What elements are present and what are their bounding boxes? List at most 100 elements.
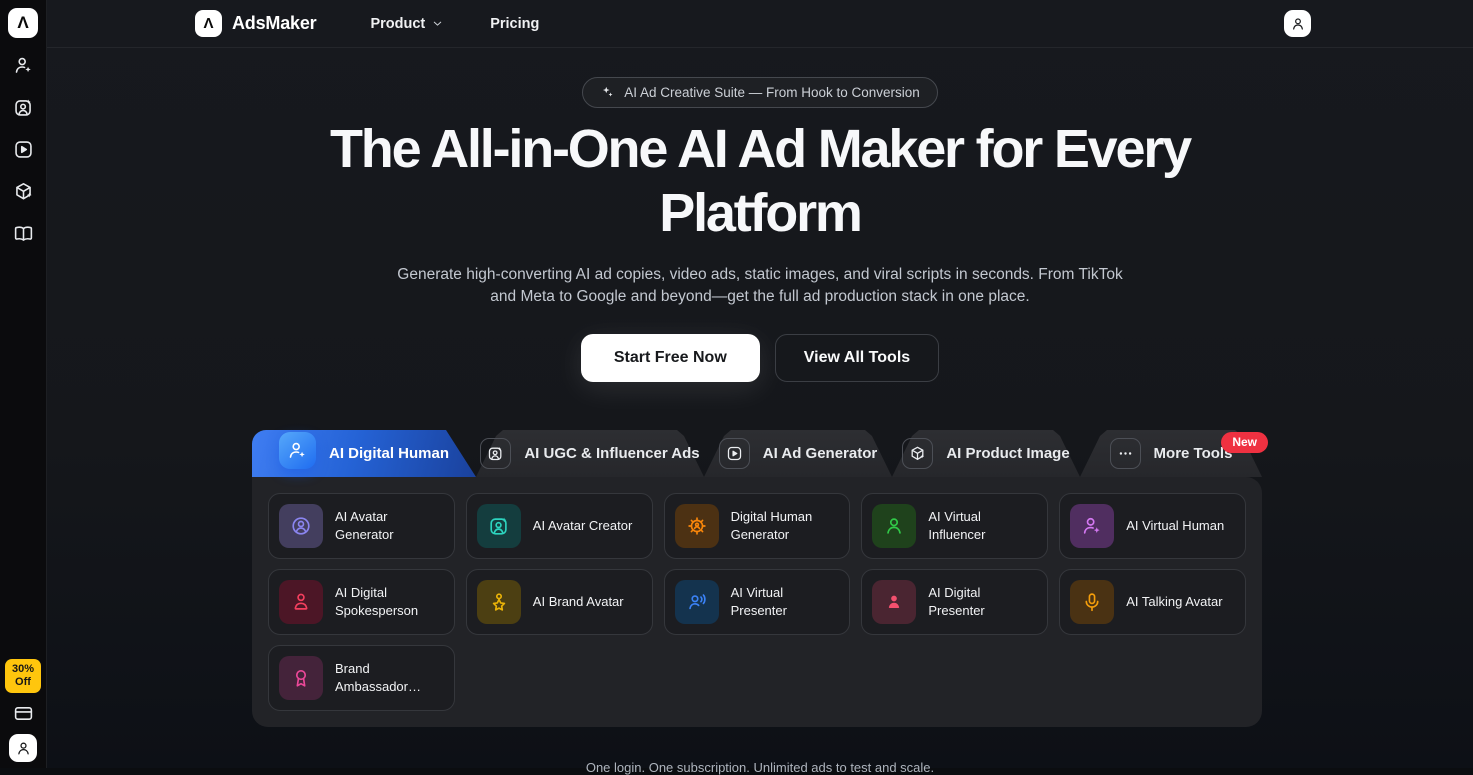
header-nav: Product Pricing: [370, 16, 539, 32]
user-icon: [15, 740, 32, 757]
sidebar-avatar-button[interactable]: [9, 734, 37, 762]
user-sparkle-icon: [1070, 504, 1114, 548]
hero-section: AI Ad Creative Suite — From Hook to Conv…: [47, 48, 1473, 382]
chevron-down-icon: [431, 17, 444, 30]
sidebar-bottom: 30% Off: [5, 659, 41, 762]
sidebar-item-avatar-creator[interactable]: [13, 97, 34, 118]
tab-label: AI Digital Human: [329, 445, 449, 462]
tool-card-ai-talking-avatar[interactable]: AI Talking Avatar: [1059, 569, 1246, 635]
tool-card-brand-ambassador[interactable]: Brand Ambassador…: [268, 645, 455, 711]
header-avatar-button[interactable]: [1284, 10, 1311, 37]
tools-grid: AI Avatar Generator AI Avatar Creator Digi…: [268, 493, 1246, 711]
user-square-sparkle-icon: [480, 438, 511, 469]
tool-card-ai-avatar-creator[interactable]: AI Avatar Creator: [466, 493, 653, 559]
user-sparkle-icon: [13, 55, 34, 76]
subtitle-line-2: and Meta to Google and beyond—get the fu…: [397, 286, 1122, 308]
user-sparkle-icon: [279, 432, 316, 469]
tool-card-ai-virtual-human[interactable]: AI Virtual Human: [1059, 493, 1246, 559]
nav-item-pricing[interactable]: Pricing: [490, 16, 539, 32]
brand-name: AdsMaker: [232, 13, 316, 34]
tools-section: AI Digital Human AI UGC & Influencer Ads A…: [252, 430, 1262, 727]
credit-card-icon: [13, 703, 34, 724]
discount-percent: 30%: [7, 663, 39, 676]
sidebar-item-digital-human[interactable]: [13, 55, 34, 76]
tool-card-digital-human-generator[interactable]: Digital Human Generator: [664, 493, 851, 559]
start-free-button[interactable]: Start Free Now: [581, 334, 760, 382]
cube-sparkle-icon: [13, 181, 34, 202]
tools-panel: AI Avatar Generator AI Avatar Creator Digi…: [252, 477, 1262, 727]
tab-label: AI Product Image: [946, 445, 1069, 462]
tab-inner: AI Ad Generator: [704, 430, 892, 477]
tool-card-label: AI Virtual Human: [1126, 517, 1224, 535]
sparkles-icon: [600, 85, 615, 100]
award-icon: [279, 656, 323, 700]
user-filled-icon: [872, 580, 916, 624]
lambda-logo-icon: Λ: [195, 10, 222, 37]
tab-inner: AI UGC & Influencer Ads: [476, 430, 704, 477]
tab-ai-ugc-influencer-ads[interactable]: AI UGC & Influencer Ads: [476, 430, 704, 477]
tool-card-label: AI Brand Avatar: [533, 593, 624, 611]
tool-card-ai-avatar-generator[interactable]: AI Avatar Generator: [268, 493, 455, 559]
header: Λ AdsMaker Product Pricing: [47, 0, 1473, 48]
sidebar-nav: [13, 55, 34, 244]
user-icon: [1290, 16, 1306, 32]
tool-card-label: AI Virtual Influencer: [928, 508, 1037, 543]
subtitle-line-1: Generate high-converting AI ad copies, v…: [397, 264, 1122, 286]
discount-badge[interactable]: 30% Off: [5, 659, 41, 693]
tool-card-ai-virtual-influencer[interactable]: AI Virtual Influencer: [861, 493, 1048, 559]
sidebar-item-library[interactable]: [13, 223, 34, 244]
tool-card-label: AI Digital Presenter: [928, 584, 1037, 619]
book-open-icon: [13, 223, 34, 244]
tool-card-ai-digital-spokesperson[interactable]: AI Digital Spokesperson: [268, 569, 455, 635]
tool-card-ai-digital-presenter[interactable]: AI Digital Presenter: [861, 569, 1048, 635]
user-icon: [872, 504, 916, 548]
new-badge: New: [1221, 432, 1268, 453]
star-user-icon: [477, 580, 521, 624]
tool-card-label: AI Talking Avatar: [1126, 593, 1222, 611]
mic-icon: [1070, 580, 1114, 624]
tab-label: More Tools: [1154, 445, 1233, 462]
user-bust-icon: [279, 580, 323, 624]
nav-item-product[interactable]: Product: [370, 16, 444, 32]
tool-card-label: Digital Human Generator: [731, 508, 840, 543]
gear-user-icon: [675, 504, 719, 548]
hero-badge-label: AI Ad Creative Suite — From Hook to Conv…: [624, 85, 920, 100]
hero-badge: AI Ad Creative Suite — From Hook to Conv…: [582, 77, 938, 108]
tool-card-ai-virtual-presenter[interactable]: AI Virtual Presenter: [664, 569, 851, 635]
nav-item-pricing-label: Pricing: [490, 16, 539, 32]
lambda-logo-icon[interactable]: Λ: [8, 8, 38, 38]
ellipsis-icon: [1110, 438, 1141, 469]
tool-card-label: AI Digital Spokesperson: [335, 584, 444, 619]
tool-card-label: AI Avatar Generator: [335, 508, 444, 543]
view-all-tools-button[interactable]: View All Tools: [775, 334, 939, 382]
sidebar-item-product-image[interactable]: [13, 181, 34, 202]
sidebar-item-video-ads[interactable]: [13, 139, 34, 160]
tab-inner: AI Digital Human: [252, 430, 476, 477]
sidebar: Λ 30% Off: [0, 0, 47, 768]
tab-more-tools[interactable]: More ToolsNew: [1080, 430, 1262, 477]
tab-ai-digital-human[interactable]: AI Digital Human: [252, 430, 476, 477]
tabs-row: AI Digital Human AI UGC & Influencer Ads A…: [252, 430, 1262, 477]
cta-row: Start Free Now View All Tools: [581, 334, 939, 382]
tool-card-label: AI Avatar Creator: [533, 517, 632, 535]
user-square-sparkle-icon: [477, 504, 521, 548]
brand[interactable]: Λ AdsMaker: [195, 10, 316, 37]
tab-ai-product-image[interactable]: AI Product Image: [892, 430, 1080, 477]
play-square-icon: [719, 438, 750, 469]
nav-item-product-label: Product: [370, 16, 425, 32]
sidebar-item-billing[interactable]: [13, 703, 34, 724]
discount-label: Off: [7, 676, 39, 689]
tool-card-ai-brand-avatar[interactable]: AI Brand Avatar: [466, 569, 653, 635]
cube-sparkle-icon: [902, 438, 933, 469]
main-content: Λ AdsMaker Product Pricing AI Ad Creativ…: [47, 0, 1473, 768]
tab-label: AI Ad Generator: [763, 445, 877, 462]
tool-card-label: AI Virtual Presenter: [731, 584, 840, 619]
page-title: The All-in-One AI Ad Maker for Every Pla…: [330, 118, 1190, 245]
title-line-2: Platform: [330, 182, 1190, 246]
hero-subtitle: Generate high-converting AI ad copies, v…: [397, 264, 1122, 308]
tab-inner: AI Product Image: [892, 430, 1080, 477]
play-square-icon: [13, 139, 34, 160]
tab-label: AI UGC & Influencer Ads: [524, 445, 699, 462]
tab-ai-ad-generator[interactable]: AI Ad Generator: [704, 430, 892, 477]
tool-card-label: Brand Ambassador…: [335, 660, 444, 695]
